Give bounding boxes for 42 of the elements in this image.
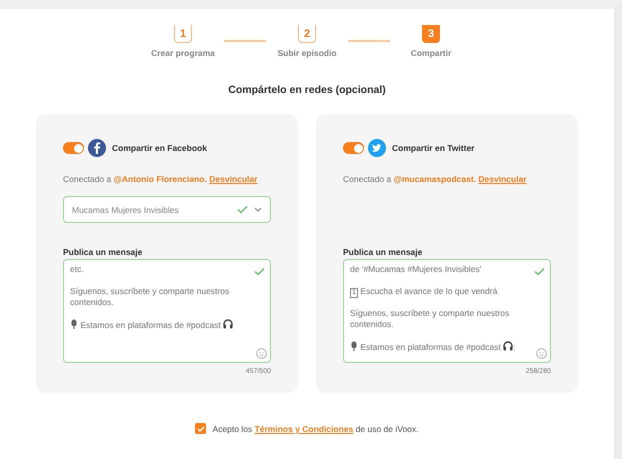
check-icon xyxy=(534,267,545,276)
smiley-icon[interactable] xyxy=(536,348,547,359)
step-number: 1 xyxy=(174,25,192,43)
connected-text: Conectado a @Antonio Florenciano. Desvincular xyxy=(63,174,258,184)
message-label: Publica un mensaje xyxy=(63,247,144,257)
connected-text: Conectado a @mucamaspodcast. Desvincular xyxy=(343,174,528,184)
terms-text: Acepto los Términos y Condiciones de uso de iVoox. xyxy=(212,424,419,434)
message-text: etc. xyxy=(70,264,84,274)
step-label: Crear programa xyxy=(151,48,215,58)
message-text: : xyxy=(513,342,516,352)
smiley-icon[interactable] xyxy=(256,348,267,359)
step-label: Subir episodio xyxy=(277,48,337,58)
message-text: Estamos en plataformas de #podcast xyxy=(80,320,221,330)
toggle-switch[interactable] xyxy=(63,142,84,154)
step-number: 3 xyxy=(422,25,440,43)
unlink-link[interactable]: Desvincular xyxy=(209,174,258,184)
unlink-link[interactable]: Desvincular xyxy=(478,174,527,184)
message-text: de '#Mucamas #Mujeres Invisibles' xyxy=(350,264,482,274)
message-field[interactable]: etc. Síguenos, suscríbete y comparte nuestros contenidos. Estamos en plataformas de #podcast xyxy=(63,259,271,363)
headphones-icon xyxy=(223,318,234,328)
message-text: Síguenos, suscríbete y comparte nuestros contenidos. xyxy=(350,308,510,329)
step-number: 2 xyxy=(298,25,316,43)
toggle-switch[interactable] xyxy=(343,142,364,154)
check-icon xyxy=(237,205,248,214)
message-text: Estamos en plataformas de #podcast xyxy=(360,342,501,352)
check-icon xyxy=(254,267,265,276)
share-label: Compartir en Facebook xyxy=(112,143,207,153)
terms-link[interactable]: Términos y Condiciones xyxy=(254,424,354,434)
chevron-icon xyxy=(254,207,262,212)
headphones-icon xyxy=(503,340,514,350)
microphone-icon xyxy=(70,318,78,328)
facebook-icon xyxy=(88,139,106,157)
page-select[interactable]: Mucamas Mujeres Invisibles xyxy=(63,196,271,223)
bird-icon xyxy=(368,139,386,157)
microphone-icon xyxy=(350,340,358,350)
message-text: Escucha el avance de lo que vendrá xyxy=(360,286,498,296)
step-label: Compartir xyxy=(410,48,452,58)
message-text: Síguenos, suscríbete y comparte nuestros contenidos. xyxy=(70,286,230,307)
message-label: Publica un mensaje xyxy=(343,247,424,257)
terms-checkbox[interactable] xyxy=(195,423,206,434)
section-title: Compártelo en redes (opcional) xyxy=(228,84,386,96)
share-label: Compartir en Twitter xyxy=(392,143,474,153)
